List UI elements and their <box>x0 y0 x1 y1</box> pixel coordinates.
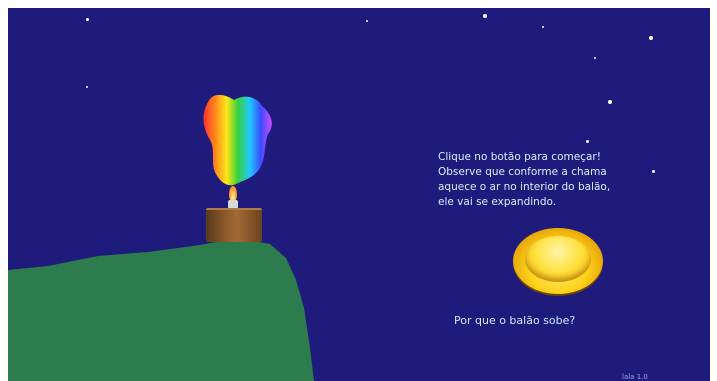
burner-base <box>206 208 262 242</box>
footer-label: lala 1.0 <box>622 373 648 381</box>
start-button[interactable] <box>513 228 603 294</box>
game-stage: Clique no botão para começar! Observe qu… <box>8 8 710 381</box>
instructions-text: Clique no botão para começar! Observe qu… <box>438 151 611 208</box>
round-yellow-button-icon <box>525 236 591 282</box>
why-balloon-rises-link[interactable]: Por que o balão sobe? <box>454 314 575 327</box>
hot-air-balloon <box>203 94 272 186</box>
